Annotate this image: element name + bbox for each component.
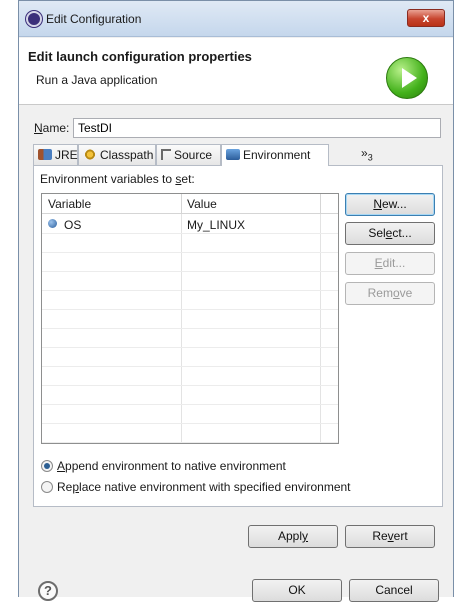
- table-row: [42, 367, 338, 386]
- cell-variable: OS: [64, 218, 82, 232]
- close-button[interactable]: x: [407, 9, 445, 27]
- cell-value: My_LINUX: [187, 218, 246, 232]
- table-row: [42, 291, 338, 310]
- close-icon: x: [422, 11, 430, 25]
- table-row[interactable]: OS My_LINUX: [42, 215, 338, 234]
- edit-button[interactable]: Edit...: [345, 252, 435, 275]
- header-title: Edit launch configuration properties: [28, 49, 252, 64]
- name-label: Name:: [34, 121, 70, 135]
- edit-configuration-window: Edit Configuration x Edit launch configu…: [18, 0, 454, 602]
- source-icon: [161, 149, 171, 160]
- table-row: [42, 424, 338, 443]
- append-radio-label: Append environment to native environment: [57, 459, 286, 473]
- replace-radio[interactable]: [41, 481, 53, 493]
- ok-button[interactable]: OK: [252, 579, 342, 602]
- append-radio[interactable]: [41, 460, 53, 472]
- table-row: [42, 272, 338, 291]
- table-row: [42, 253, 338, 272]
- column-divider: [320, 194, 321, 214]
- tab-bar: JRE Classpath Source Environment »3: [33, 144, 443, 166]
- tab-jre[interactable]: JRE: [33, 144, 78, 165]
- jre-icon: [38, 149, 52, 160]
- classpath-icon: [83, 149, 97, 160]
- revert-button[interactable]: Revert: [345, 525, 435, 548]
- name-input[interactable]: [73, 118, 441, 138]
- remove-button[interactable]: Remove: [345, 282, 435, 305]
- variable-icon: [48, 219, 57, 228]
- table-header: Variable Value: [42, 194, 338, 214]
- tab-environment[interactable]: Environment: [221, 144, 329, 166]
- select-button[interactable]: Select...: [345, 222, 435, 245]
- table-row: [42, 386, 338, 405]
- more-tabs-chevron[interactable]: »3: [361, 146, 373, 162]
- eclipse-icon: [26, 11, 42, 27]
- environment-table[interactable]: Variable Value OS My_LINUX: [41, 193, 339, 444]
- column-variable[interactable]: Variable: [48, 197, 91, 211]
- tab-jre-label: JRE: [55, 148, 78, 162]
- environment-variables-label: Environment variables to set:: [40, 172, 195, 186]
- column-divider: [181, 194, 182, 214]
- title-bar: Edit Configuration x: [19, 1, 453, 37]
- table-row: [42, 329, 338, 348]
- table-row: [42, 310, 338, 329]
- tab-classpath-label: Classpath: [100, 148, 154, 162]
- run-icon: [386, 57, 428, 99]
- header-panel: Edit launch configuration properties Run…: [19, 38, 453, 105]
- help-icon[interactable]: ?: [38, 581, 58, 601]
- tab-source[interactable]: Source: [156, 144, 221, 165]
- tab-source-label: Source: [174, 148, 213, 162]
- table-row: [42, 348, 338, 367]
- replace-radio-label: Replace native environment with specifie…: [57, 480, 351, 494]
- header-subtitle: Run a Java application: [36, 73, 158, 87]
- environment-tab-panel: Environment variables to set: Variable V…: [33, 165, 443, 507]
- apply-button[interactable]: Apply: [248, 525, 338, 548]
- window-title: Edit Configuration: [46, 12, 142, 26]
- environment-icon: [226, 149, 240, 160]
- table-row: [42, 234, 338, 253]
- table-row: [42, 405, 338, 424]
- new-button[interactable]: New...: [345, 193, 435, 216]
- cancel-button[interactable]: Cancel: [349, 579, 439, 602]
- column-value[interactable]: Value: [187, 197, 217, 211]
- tab-environment-label: Environment: [243, 148, 311, 162]
- tab-classpath[interactable]: Classpath: [78, 144, 156, 165]
